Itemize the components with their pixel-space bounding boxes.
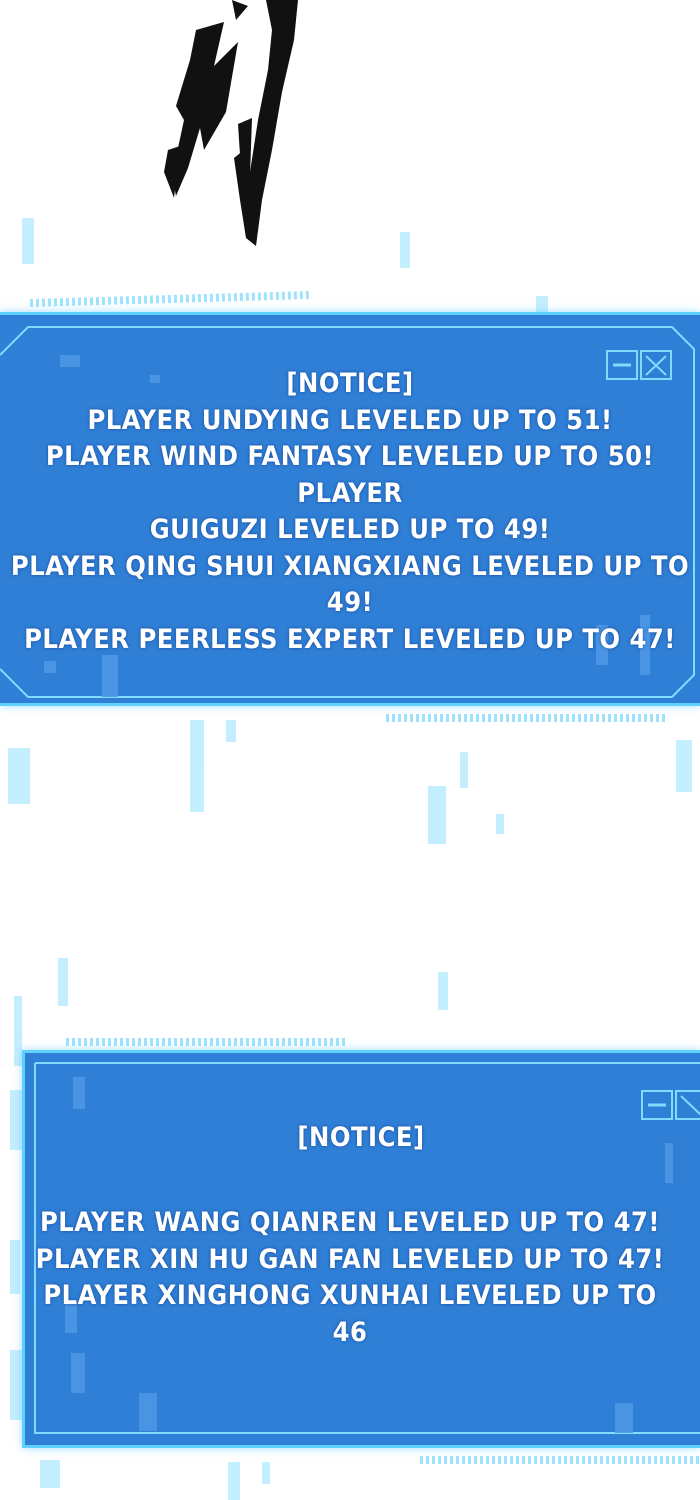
notice-2-text: PLAYER WANG QIANREN LEVELED UP TO 47! PL… [22, 1205, 678, 1351]
ink-brush-stroke-icon [164, 0, 298, 246]
notice-1-line: PLAYER QING SHUI XIANGXIANG LEVELED UP T… [10, 550, 690, 619]
notice-2-line: PLAYER WANG QIANREN LEVELED UP TO 47! [39, 1207, 660, 1238]
minimize-close-icon [641, 1090, 700, 1120]
notice-2-title: [NOTICE] [297, 1122, 425, 1153]
notice-1-title: [NOTICE] [286, 368, 414, 399]
notice-1-line: PLAYER WIND FANTASY LEVELED UP TO 50! PL… [45, 441, 655, 509]
notice-2-title-wrap: [NOTICE] [22, 1120, 700, 1157]
notice-1-line: PLAYER PEERLESS EXPERT LEVELED UP TO 47! [24, 623, 676, 655]
notice-1-text: [NOTICE] PLAYER UNDYING LEVELED UP TO 51… [0, 366, 700, 658]
notice-2-line: PLAYER XINGHONG XUNHAI LEVELED UP TO 46 [43, 1280, 657, 1348]
notice-1-line: PLAYER UNDYING LEVELED UP TO 51! [87, 404, 613, 436]
notice-1-line: GUIGUZI LEVELED UP TO 49! [149, 514, 551, 545]
notice-2-line: PLAYER XIN HU GAN FAN LEVELED UP TO 47! [35, 1243, 665, 1275]
